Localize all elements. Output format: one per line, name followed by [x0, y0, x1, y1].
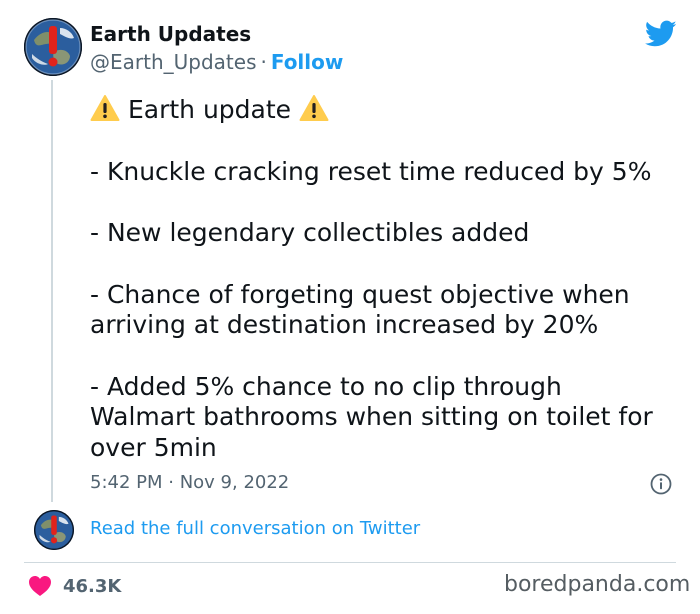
info-icon[interactable] — [650, 473, 672, 495]
tweet-line: over 5min — [90, 432, 217, 462]
warning-sign-icon — [299, 94, 329, 122]
tweet-line: - New legendary collectibles added — [90, 218, 530, 247]
like-count: 46.3K — [63, 576, 122, 597]
tweet-line: Walmart bathrooms when sitting on toilet… — [90, 402, 653, 431]
earth-globe-warning-icon — [34, 510, 74, 550]
tweet-heading: Earth update — [90, 94, 680, 126]
tweet-text: Earth update - Knuckle cracking reset ti… — [90, 94, 680, 463]
tweet-line: arriving at destination increased by 20% — [90, 310, 599, 339]
tweet-line: - Chance of forgeting quest objective wh… — [90, 279, 630, 309]
conversation-avatar[interactable] — [34, 510, 74, 550]
twitter-bird-icon[interactable] — [645, 20, 677, 48]
tweet-line: - Added 5% chance to no clip through — [90, 371, 562, 401]
warning-sign-icon — [90, 94, 120, 122]
divider — [24, 562, 676, 563]
tweet-line: - Knuckle cracking reset time reduced by… — [90, 156, 652, 186]
read-conversation-link[interactable]: Read the full conversation on Twitter — [90, 518, 420, 539]
author-meta: @Earth_Updates · Follow — [90, 50, 343, 74]
author-avatar[interactable] — [24, 18, 82, 76]
thread-connector-line — [51, 80, 53, 502]
meta-separator: · — [260, 50, 267, 74]
follow-button[interactable]: Follow — [271, 50, 344, 74]
earth-globe-warning-icon — [24, 18, 82, 76]
source-watermark: boredpanda.com — [504, 572, 691, 597]
author-handle[interactable]: @Earth_Updates — [90, 50, 256, 74]
heart-icon[interactable] — [28, 575, 52, 597]
tweet-embed-card: Earth Updates @Earth_Updates · Follow Eart… — [0, 0, 700, 614]
tweet-timestamp[interactable]: 5:42 PM · Nov 9, 2022 — [90, 472, 289, 493]
author-name[interactable]: Earth Updates — [90, 22, 251, 46]
tweet-heading-text: Earth update — [127, 95, 292, 124]
